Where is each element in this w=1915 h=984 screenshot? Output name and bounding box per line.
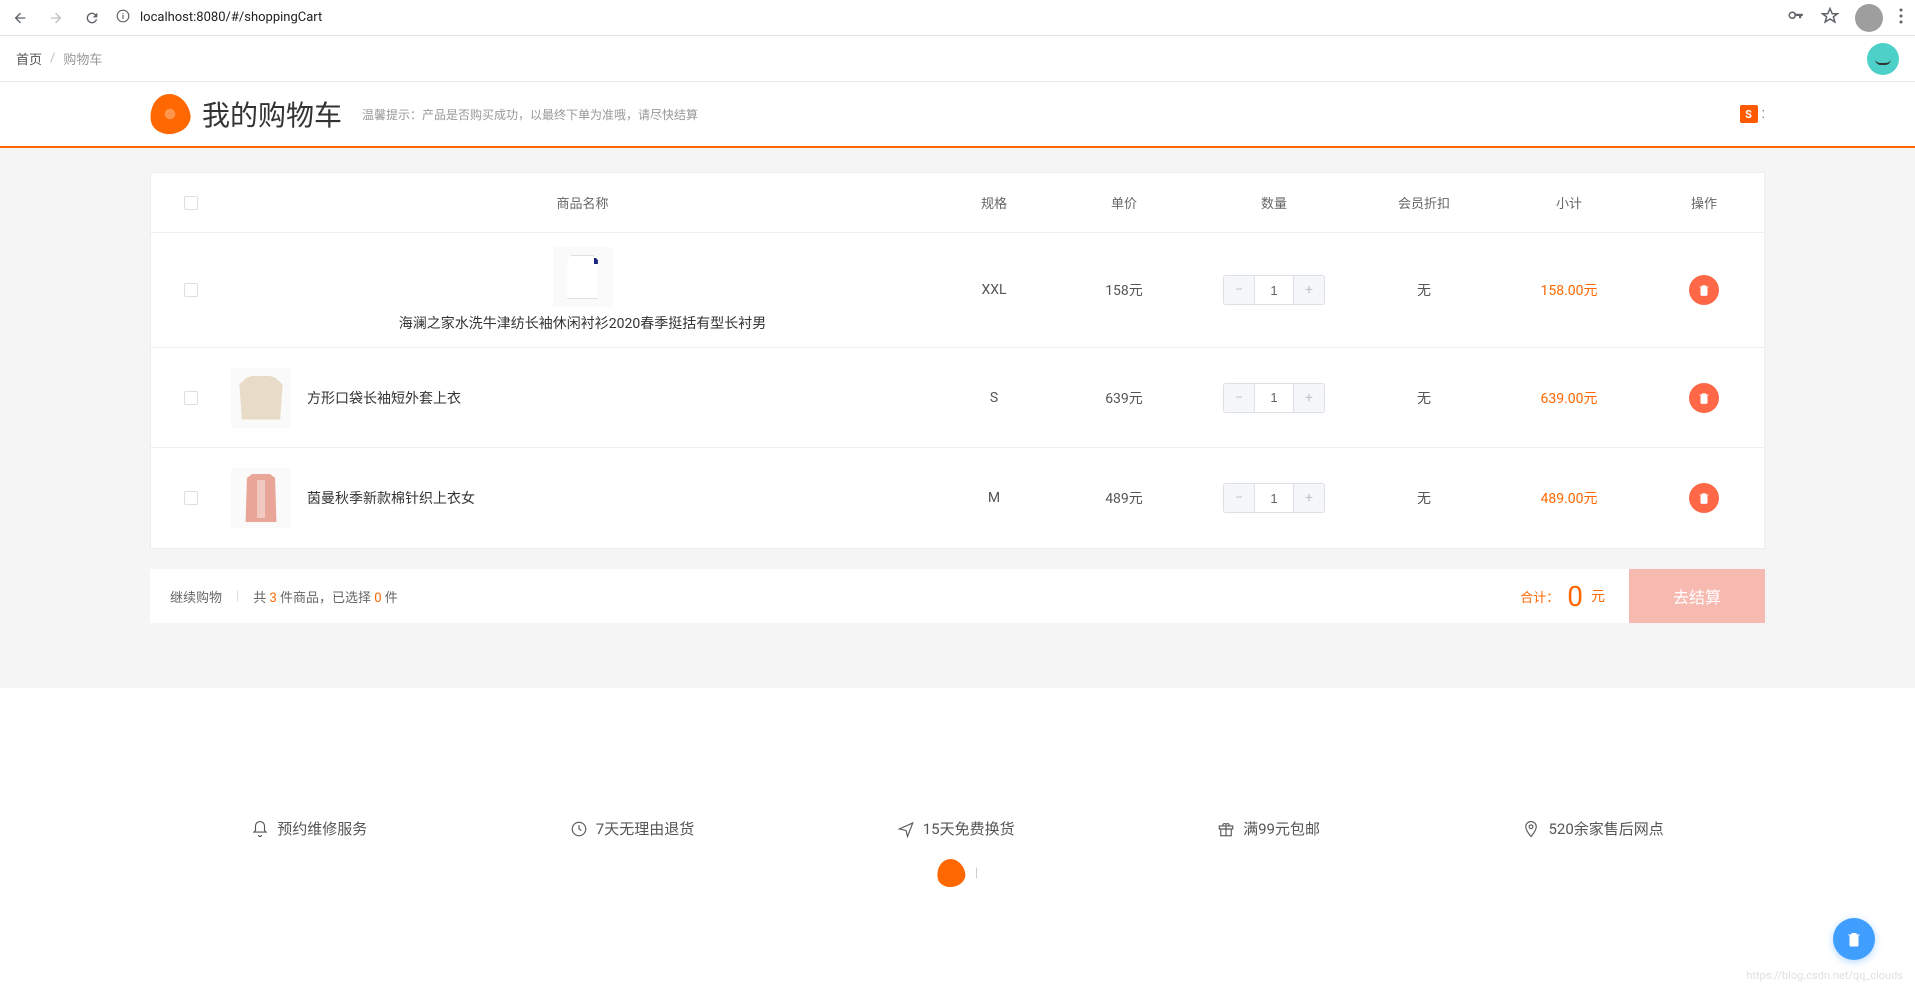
col-header-discount: 会员折扣 — [1354, 193, 1494, 212]
qty-input[interactable] — [1254, 484, 1294, 512]
product-image — [553, 247, 613, 307]
forward-icon[interactable] — [48, 10, 64, 26]
page-tip: 温馨提示：产品是否购买成功，以最终下单为准哦，请尽快结算 — [362, 106, 698, 123]
feature-text: 预约维修服务 — [277, 818, 367, 839]
quantity-stepper: − + — [1223, 383, 1325, 413]
page-title: 我的购物车 — [202, 94, 342, 134]
subtotal-value: 489.00元 — [1494, 488, 1644, 508]
qty-increase-button[interactable]: + — [1294, 276, 1324, 304]
col-header-price: 单价 — [1054, 193, 1194, 212]
col-header-subtotal: 小计 — [1494, 193, 1644, 212]
breadcrumb-bar: 首页 / 购物车 — [0, 36, 1915, 82]
total-unit: 元 — [1591, 586, 1605, 606]
feature-item: 520余家售后网点 — [1522, 818, 1663, 839]
subtotal-value: 639.00元 — [1494, 388, 1644, 408]
quantity-stepper: − + — [1223, 275, 1325, 305]
cart-row: 海澜之家水洗牛津纺长袖休闲衬衫2020春季挺括有型长衬男 XXL 158元 − … — [151, 233, 1764, 348]
pin-icon — [1522, 820, 1540, 838]
cart-row: 茵曼秋季新款棉针织上衣女 M 489元 − + 无 489.00元 — [151, 448, 1764, 548]
feature-text: 7天无理由退货 — [596, 818, 694, 839]
reload-icon[interactable] — [84, 10, 100, 26]
summary-bar: 继续购物 | 共 3 件商品，已选择 0 件 合计： 0 元 去结算 — [150, 569, 1765, 623]
page-header: 我的购物车 温馨提示：产品是否购买成功，以最终下单为准哦，请尽快结算 S ⁚ — [0, 82, 1915, 148]
product-title: 海澜之家水洗牛津纺长袖休闲衬衫2020春季挺括有型长衬男 — [399, 313, 766, 333]
col-header-name: 商品名称 — [231, 193, 934, 212]
feature-item: 满99元包邮 — [1217, 818, 1320, 839]
qty-decrease-button[interactable]: − — [1224, 484, 1254, 512]
total-label: 合计： — [1520, 587, 1559, 606]
price-value: 639元 — [1054, 388, 1194, 408]
fab-delete-button[interactable] — [1833, 918, 1875, 960]
discount-value: 无 — [1354, 388, 1494, 408]
qty-input[interactable] — [1254, 276, 1294, 304]
product-title: 茵曼秋季新款棉针织上衣女 — [307, 488, 475, 508]
price-value: 489元 — [1054, 488, 1194, 508]
col-header-qty: 数量 — [1194, 193, 1354, 212]
price-value: 158元 — [1054, 280, 1194, 300]
total-amount: 0 — [1567, 580, 1583, 613]
feature-text: 15天免费换货 — [923, 818, 1015, 839]
service-features: 预约维修服务 7天无理由退货 15天免费换货 满99元包邮 520余家售后网点 — [0, 778, 1915, 859]
col-header-action: 操作 — [1644, 193, 1764, 212]
qty-input[interactable] — [1254, 384, 1294, 412]
discount-value: 无 — [1354, 488, 1494, 508]
row-checkbox[interactable] — [184, 491, 198, 505]
star-icon[interactable] — [1821, 7, 1839, 29]
browser-toolbar: localhost:8080/#/shoppingCart — [0, 0, 1915, 36]
clock-icon — [570, 820, 588, 838]
breadcrumb: 首页 / 购物车 — [16, 49, 102, 68]
url-text[interactable]: localhost:8080/#/shoppingCart — [140, 10, 322, 25]
gift-icon — [1217, 820, 1235, 838]
spec-value: XXL — [934, 282, 1054, 298]
checkout-button[interactable]: 去结算 — [1629, 569, 1765, 623]
back-icon[interactable] — [12, 10, 28, 26]
cart-row: 方形口袋长袖短外套上衣 S 639元 − + 无 639.00元 — [151, 348, 1764, 448]
row-checkbox[interactable] — [184, 283, 198, 297]
spec-value: S — [934, 390, 1054, 406]
delete-button[interactable] — [1689, 275, 1719, 305]
product-image — [231, 468, 291, 528]
feature-item: 15天免费换货 — [897, 818, 1015, 839]
footer: | — [0, 859, 1915, 893]
continue-shopping-link[interactable]: 继续购物 — [170, 587, 222, 606]
ime-indicator[interactable]: S ⁚ — [1740, 105, 1766, 123]
menu-icon[interactable] — [1899, 8, 1903, 28]
info-icon[interactable] — [116, 9, 130, 27]
brand-logo-icon — [147, 91, 193, 137]
subtotal-value: 158.00元 — [1494, 280, 1644, 300]
key-icon[interactable] — [1787, 7, 1805, 29]
bell-icon — [251, 820, 269, 838]
plane-icon — [897, 820, 915, 838]
product-title: 方形口袋长袖短外套上衣 — [307, 388, 461, 408]
feature-text: 520余家售后网点 — [1548, 818, 1663, 839]
summary-count-text: 共 3 件商品，已选择 0 件 — [253, 587, 398, 606]
ime-s-icon: S — [1740, 105, 1758, 123]
cart-table: 商品名称 规格 单价 数量 会员折扣 小计 操作 海澜之家水洗牛津纺长袖休闲衬衫… — [150, 172, 1765, 549]
col-header-spec: 规格 — [934, 193, 1054, 212]
feature-item: 预约维修服务 — [251, 818, 367, 839]
profile-avatar[interactable] — [1855, 4, 1883, 32]
qty-decrease-button[interactable]: − — [1224, 384, 1254, 412]
watermark: https://blog.csdn.net/qq_clouds — [1746, 969, 1903, 982]
table-header: 商品名称 规格 单价 数量 会员折扣 小计 操作 — [151, 173, 1764, 233]
spec-value: M — [934, 490, 1054, 506]
feature-text: 满99元包邮 — [1243, 818, 1320, 839]
feature-item: 7天无理由退货 — [570, 818, 694, 839]
select-all-checkbox[interactable] — [184, 196, 198, 210]
breadcrumb-current: 购物车 — [63, 49, 102, 68]
footer-logo-icon — [935, 857, 967, 889]
product-image — [231, 368, 291, 428]
qty-increase-button[interactable]: + — [1294, 384, 1324, 412]
breadcrumb-home[interactable]: 首页 — [16, 49, 42, 68]
delete-button[interactable] — [1689, 483, 1719, 513]
user-avatar[interactable] — [1867, 43, 1899, 75]
qty-decrease-button[interactable]: − — [1224, 276, 1254, 304]
discount-value: 无 — [1354, 280, 1494, 300]
delete-button[interactable] — [1689, 383, 1719, 413]
breadcrumb-separator: / — [50, 51, 55, 66]
quantity-stepper: − + — [1223, 483, 1325, 513]
qty-increase-button[interactable]: + — [1294, 484, 1324, 512]
row-checkbox[interactable] — [184, 391, 198, 405]
main-content: 商品名称 规格 单价 数量 会员折扣 小计 操作 海澜之家水洗牛津纺长袖休闲衬衫… — [0, 148, 1915, 688]
